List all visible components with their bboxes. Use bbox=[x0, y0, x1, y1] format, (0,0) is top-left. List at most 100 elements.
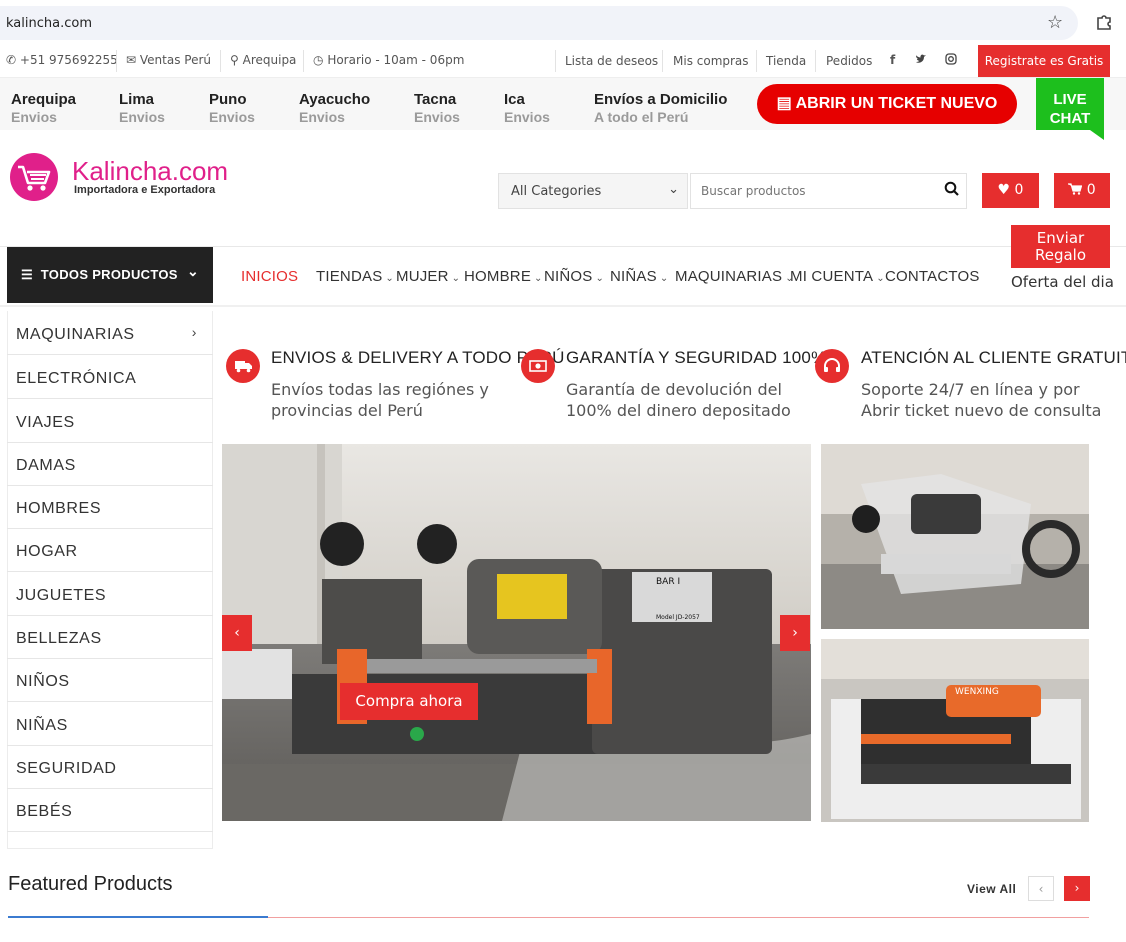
link-orders[interactable]: Pedidos bbox=[826, 54, 872, 68]
sidebar-item-ninos[interactable]: NIÑOS bbox=[7, 659, 213, 702]
nav-tiendas[interactable]: TIENDAS ⌄ bbox=[316, 268, 394, 285]
slider-prev-button[interactable]: ‹ bbox=[222, 615, 252, 651]
live-chat-line1: LIVE bbox=[1053, 91, 1087, 108]
city-sub: Envios bbox=[414, 109, 460, 125]
city-sub: Envios bbox=[209, 109, 255, 125]
bookmark-star-icon[interactable]: ☆ bbox=[1047, 12, 1063, 33]
instagram-icon[interactable] bbox=[945, 53, 957, 68]
chevron-right-icon: › bbox=[191, 324, 197, 340]
send-gift-button[interactable]: Enviar Regalo bbox=[1011, 225, 1110, 268]
sidebar-item-viajes[interactable]: VIAJES bbox=[7, 400, 213, 443]
search-icon[interactable] bbox=[944, 181, 960, 201]
nav-mujer[interactable]: MUJER ⌄ bbox=[396, 268, 460, 285]
truck-icon bbox=[226, 349, 260, 383]
all-products-label: TODOS PRODUCTOS bbox=[40, 267, 178, 282]
sidebar-item-label: BELLEZAS bbox=[16, 630, 102, 647]
boxed-machine-photo: WENXING bbox=[821, 639, 1089, 822]
category-select[interactable]: All Categories ⌄ bbox=[498, 173, 688, 209]
wishlist-button[interactable]: ♥ 0 bbox=[982, 173, 1039, 208]
browser-address-bar[interactable] bbox=[0, 6, 1078, 40]
extensions-icon[interactable] bbox=[1095, 12, 1113, 35]
feature-title: ATENCIÓN AL CLIENTE GRATUITA bbox=[861, 348, 1126, 367]
headset-icon bbox=[815, 349, 849, 383]
city-ayacucho[interactable]: Ayacucho Envios bbox=[299, 91, 370, 125]
sidebar-item-hombres[interactable]: HOMBRES bbox=[7, 486, 213, 529]
home-delivery[interactable]: Envíos a Domicilio A todo el Perú bbox=[594, 91, 727, 125]
logo-cart-icon[interactable] bbox=[10, 153, 58, 201]
sidebar-item-juguetes[interactable]: JUGUETES bbox=[7, 573, 213, 616]
machine-parts-photo bbox=[821, 444, 1089, 629]
hours-text: Horario - 10am - 06pm bbox=[327, 53, 465, 67]
sidebar-item-electronica[interactable]: ELECTRÓNICA bbox=[7, 356, 213, 399]
logo-name[interactable]: Kalincha.com bbox=[72, 156, 228, 187]
sidebar-item-bebes[interactable]: BEBÉS bbox=[7, 789, 213, 832]
facebook-icon[interactable]: f bbox=[890, 53, 895, 67]
promo-image-top[interactable] bbox=[821, 444, 1089, 629]
sidebar-item-label: VIAJES bbox=[16, 414, 75, 431]
sidebar-item-hogar[interactable]: HOGAR bbox=[7, 529, 213, 572]
divider bbox=[303, 50, 304, 72]
live-chat-button[interactable]: LIVE CHAT bbox=[1036, 78, 1104, 130]
cart-button[interactable]: 0 bbox=[1054, 173, 1110, 208]
view-all-link[interactable]: View All bbox=[967, 882, 1016, 896]
nav-mi-cuenta[interactable]: MI CUENTA ⌄ bbox=[790, 268, 885, 285]
featured-next-button[interactable]: › bbox=[1064, 876, 1090, 901]
phone-text: +51 975692255 bbox=[19, 53, 118, 67]
featured-prev-button[interactable]: ‹ bbox=[1028, 876, 1054, 901]
nav-inicios[interactable]: INICIOS bbox=[241, 268, 298, 285]
city-tacna[interactable]: Tacna Envios bbox=[414, 91, 460, 125]
cart-icon bbox=[1068, 182, 1083, 198]
city-name: Envíos a Domicilio bbox=[594, 91, 728, 108]
sidebar-item-label: MAQUINARIAS bbox=[16, 326, 135, 343]
chevron-down-icon: ⌄ bbox=[385, 273, 395, 284]
register-button[interactable]: Registrate es Gratis bbox=[978, 45, 1110, 77]
deal-of-day-link[interactable]: Oferta del dia bbox=[1011, 273, 1114, 291]
phone-item[interactable]: ✆ +51 975692255 bbox=[6, 53, 118, 67]
city-name: Ayacucho bbox=[299, 91, 371, 108]
open-ticket-button[interactable]: ▤ ABRIR UN TICKET NUEVO bbox=[757, 84, 1017, 124]
city-lima[interactable]: Lima Envios bbox=[119, 91, 165, 125]
sidebar-item-maquinarias[interactable]: MAQUINARIAS › bbox=[7, 312, 213, 355]
featured-products-title: Featured Products bbox=[8, 873, 173, 895]
link-purchases[interactable]: Mis compras bbox=[673, 54, 749, 68]
live-chat-tail bbox=[1090, 130, 1104, 140]
nav-ninas[interactable]: NIÑAS ⌄ bbox=[610, 268, 668, 285]
link-wishlist[interactable]: Lista de deseos bbox=[565, 54, 658, 68]
heart-icon: ♥ bbox=[997, 182, 1011, 198]
sidebar-item-ninas[interactable]: NIÑAS bbox=[7, 703, 213, 746]
twitter-icon[interactable] bbox=[915, 53, 927, 68]
sidebar-item-label: NIÑAS bbox=[16, 717, 68, 734]
chevron-down-icon: ⌄ bbox=[659, 273, 669, 284]
nav-contactos[interactable]: CONTACTOS bbox=[885, 268, 980, 285]
city-puno[interactable]: Puno Envios bbox=[209, 91, 255, 125]
search-input[interactable] bbox=[690, 173, 967, 209]
nav-ninos[interactable]: NIÑOS ⌄ bbox=[544, 268, 604, 285]
open-ticket-label: ABRIR UN TICKET NUEVO bbox=[795, 95, 998, 112]
sales-item[interactable]: ✉ Ventas Perú bbox=[126, 53, 211, 67]
hero-slider[interactable]: BAR I Model JD-2057 bbox=[222, 444, 811, 821]
city-arequipa[interactable]: Arequipa Envios bbox=[11, 91, 76, 125]
nav-hombre[interactable]: HOMBRE ⌄ bbox=[464, 268, 543, 285]
all-products-toggle[interactable]: ☰ TODOS PRODUCTOS ⌄ bbox=[7, 247, 213, 303]
chevron-left-icon: ‹ bbox=[234, 625, 240, 641]
city-name: Tacna bbox=[414, 91, 457, 108]
sidebar-item-damas[interactable]: DAMAS bbox=[7, 443, 213, 486]
nav-shadow bbox=[0, 305, 1126, 307]
clock-icon: ◷ bbox=[313, 53, 324, 67]
top-info-bar: ✆ +51 975692255 ✉ Ventas Perú ⚲ Arequipa… bbox=[0, 44, 1126, 78]
link-store[interactable]: Tienda bbox=[766, 54, 806, 68]
feature-title: GARANTÍA Y SEGURIDAD 100% bbox=[566, 348, 827, 367]
buy-now-button[interactable]: Compra ahora bbox=[340, 683, 478, 720]
sidebar-item-bellezas[interactable]: BELLEZAS bbox=[7, 616, 213, 659]
section-underline bbox=[268, 917, 1089, 918]
location-item[interactable]: ⚲ Arequipa bbox=[230, 53, 296, 67]
sidebar-item-seguridad[interactable]: SEGURIDAD bbox=[7, 746, 213, 789]
promo-image-bottom[interactable]: WENXING bbox=[821, 639, 1089, 822]
nav-maquinarias[interactable]: MAQUINARIAS ⌄ bbox=[675, 268, 794, 285]
wishlist-count: 0 bbox=[1014, 182, 1024, 198]
browser-url[interactable]: kalincha.com bbox=[6, 16, 92, 31]
feature-line: Soporte 24/7 en línea y por bbox=[861, 380, 1080, 399]
nav-label: HOMBRE bbox=[464, 268, 532, 285]
city-ica[interactable]: Ica Envios bbox=[504, 91, 550, 125]
slider-next-button[interactable]: › bbox=[780, 615, 810, 651]
